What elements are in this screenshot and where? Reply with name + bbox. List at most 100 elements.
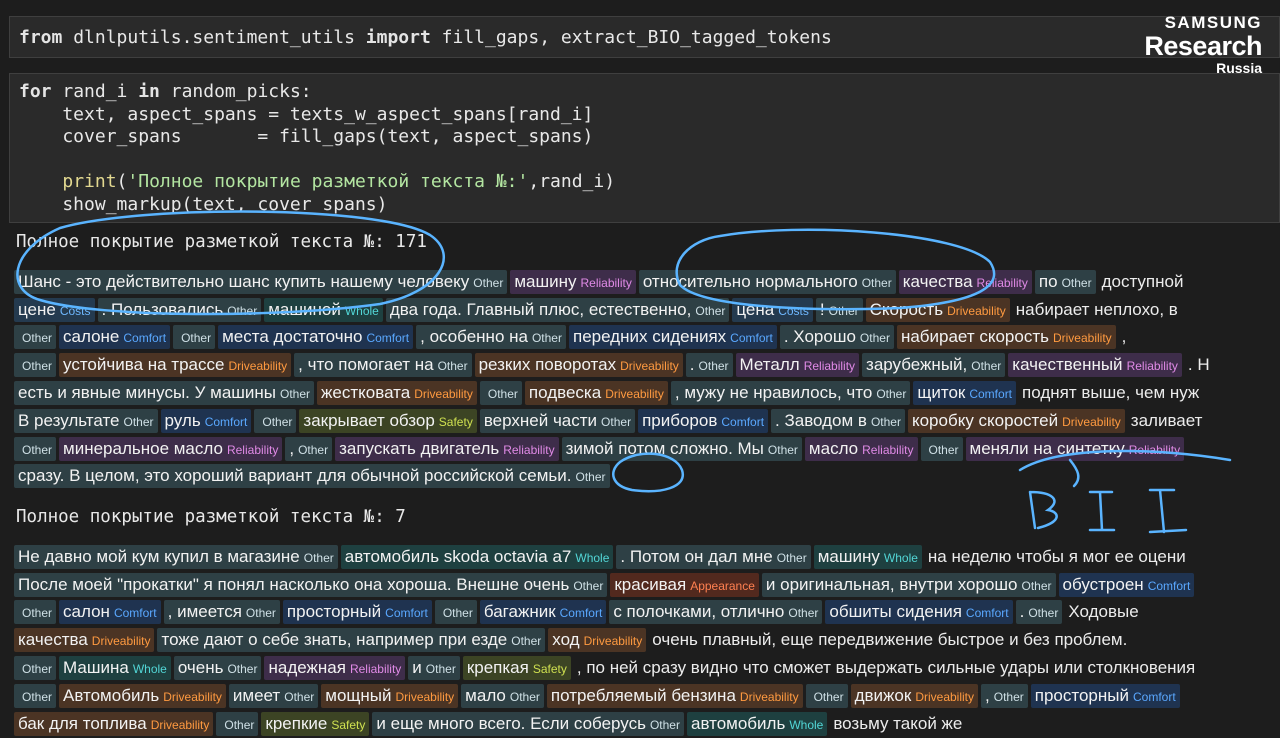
- span-label: Other: [487, 387, 518, 402]
- aspect-span-reliability: меняли на синтетку Reliability: [965, 436, 1185, 461]
- span-label: Whole: [132, 662, 167, 677]
- span-text: .: [689, 355, 695, 375]
- output-header-1: Полное покрытие разметкой текста №: 171: [16, 232, 427, 252]
- span-label: Reliability: [862, 442, 914, 457]
- aspect-span-other: Other: [173, 325, 216, 350]
- span-text: обустроен: [1062, 574, 1144, 594]
- span-label: Other: [698, 359, 729, 374]
- span-label: Reliability: [349, 662, 402, 677]
- span-text: тоже дают о себе знать, например при езд…: [161, 630, 508, 650]
- span-label: Driveability: [583, 634, 643, 649]
- code-line: print('Полное покрытие разметкой текста …: [19, 171, 1279, 194]
- span-text: машиной: [268, 299, 341, 319]
- code-token: from: [19, 27, 63, 48]
- aspect-span-other: мало Other: [461, 683, 544, 708]
- span-label: Other: [280, 387, 311, 402]
- markup-line: Шанс - это действительно шанс купить наш…: [14, 268, 1280, 296]
- aspect-span-reliability: Металл Reliability: [735, 353, 860, 378]
- span-text: . Пользовались: [101, 299, 224, 319]
- span-label: Other: [262, 414, 293, 429]
- span-text: просторный: [1034, 685, 1129, 705]
- span-label: Other: [22, 442, 53, 457]
- aspect-span-comfort: щиток Comfort: [913, 381, 1017, 406]
- markup-line: сразу. В целом, это хороший вариант для …: [14, 463, 1280, 491]
- span-text: минеральное масло: [63, 438, 223, 458]
- code-token: fill_gaps, extract_BIO_tagged_tokens: [430, 27, 832, 48]
- span-label: Other: [1028, 606, 1059, 621]
- aspect-span-other: есть и явные минусы. У машины Other: [14, 381, 315, 406]
- span-label: Comfort: [730, 331, 773, 346]
- code-cell-loop[interactable]: for rand_i in random_picks: text, aspect…: [9, 73, 1280, 223]
- span-text: два года. Главный плюс, естественно,: [389, 299, 692, 319]
- code-token: dlnlputils.sentiment_utils: [62, 27, 366, 48]
- span-label: Other: [876, 387, 907, 402]
- aspect-span-safety: закрывает обзор Safety: [299, 408, 477, 433]
- aspect-span-comfort: просторный Comfort: [282, 600, 432, 625]
- code-cell-import[interactable]: from dlnlputils.sentiment_utils import f…: [9, 16, 1280, 58]
- markup-output-2: Не давно мой кум купил в магазине Other ав…: [14, 543, 1280, 738]
- output-header-2: Полное покрытие разметкой текста №: 7: [16, 507, 406, 527]
- aspect-span-reliability: качества Reliability: [898, 269, 1032, 294]
- span-label: Other: [601, 414, 632, 429]
- code-token: ,rand_i): [528, 171, 616, 192]
- aspect-span-other: , особенно на Other: [416, 325, 566, 350]
- code-line: text, aspect_spans = texts_w_aspect_span…: [19, 104, 1279, 127]
- aspect-span-whole: Машина Whole: [59, 656, 171, 681]
- aspect-span-reliability: запускать двигатель Reliability: [335, 436, 559, 461]
- span-label: Reliability: [976, 275, 1028, 290]
- span-label: Comfort: [965, 606, 1009, 621]
- aspect-span-other: После моей "прокатки" я понял насколько …: [14, 572, 608, 597]
- span-text: закрывает обзор: [303, 410, 435, 430]
- code-token: for: [19, 81, 52, 102]
- span-label: Safety: [532, 662, 567, 677]
- span-label: Other: [284, 689, 315, 704]
- span-text: набирает скорость: [900, 327, 1049, 347]
- span-text: В результате: [18, 410, 120, 430]
- span-text: . Хорошо: [783, 327, 856, 347]
- span-text: очень: [177, 658, 224, 678]
- markup-line: есть и явные минусы. У машины Other жестко…: [14, 379, 1280, 407]
- aspect-span-other: с полочками, отлично Other: [609, 600, 823, 625]
- code-line: cover_spans = fill_gaps(text, aspect_spa…: [19, 126, 1279, 149]
- span-text: заливает: [1130, 410, 1203, 430]
- span-text: подвеска: [528, 383, 602, 403]
- span-text: цене: [18, 299, 56, 319]
- span-text: , мужу не нравилось, что: [674, 383, 873, 403]
- code-token: 'Полное покрытие разметкой текста №:': [127, 171, 529, 192]
- span-label: Reliability: [580, 275, 632, 290]
- span-label: Other: [227, 662, 258, 677]
- aspect-span-other: имеет Other: [228, 683, 319, 708]
- aspect-span-driveability: устойчива на трассе Driveability: [59, 353, 292, 378]
- span-label: Reliability: [1128, 442, 1181, 457]
- span-text: качественный: [1012, 355, 1123, 375]
- span-text: места достаточно: [222, 327, 363, 347]
- span-text: крепкие: [265, 713, 328, 733]
- aspect-span-driveability: резких поворотах Driveability: [474, 353, 683, 378]
- markup-line: цене Costs. Пользовались Other машиной Whole…: [14, 296, 1280, 324]
- aspect-span-other: , Other: [285, 436, 333, 461]
- span-text: руль: [164, 410, 201, 430]
- span-text: красивая: [614, 574, 687, 594]
- aspect-span-costs: цене Costs: [14, 297, 95, 322]
- span-text: ,: [1121, 327, 1127, 347]
- logo-line-2: Research: [1144, 31, 1262, 61]
- span-text: потребляемый бензина: [550, 685, 736, 705]
- span-text: жестковата: [321, 383, 411, 403]
- span-text: относительно нормального: [642, 271, 858, 291]
- span-label: Other: [870, 414, 901, 429]
- span-text: бак для топлива: [18, 713, 147, 733]
- span-text: мало: [465, 685, 506, 705]
- aspect-span-other: сразу. В целом, это хороший вариант для …: [14, 464, 610, 489]
- span-label: Comfort: [366, 331, 410, 346]
- span-text: качества: [18, 630, 88, 650]
- span-text: верхней части: [483, 410, 598, 430]
- markup-line: Other Машина Whole очень Other надежная Reliab…: [14, 654, 1280, 682]
- span-label: Driveability: [947, 303, 1006, 318]
- span-label: Other: [298, 442, 329, 457]
- span-text: Шанс - это действительно шанс купить наш…: [18, 271, 470, 291]
- span-label: Other: [767, 442, 798, 457]
- aspect-span-comfort: просторный Comfort: [1030, 683, 1180, 708]
- span-text: После моей "прокатки" я понял насколько …: [18, 574, 570, 594]
- code-line: show_markup(text, cover_spans): [19, 194, 1279, 217]
